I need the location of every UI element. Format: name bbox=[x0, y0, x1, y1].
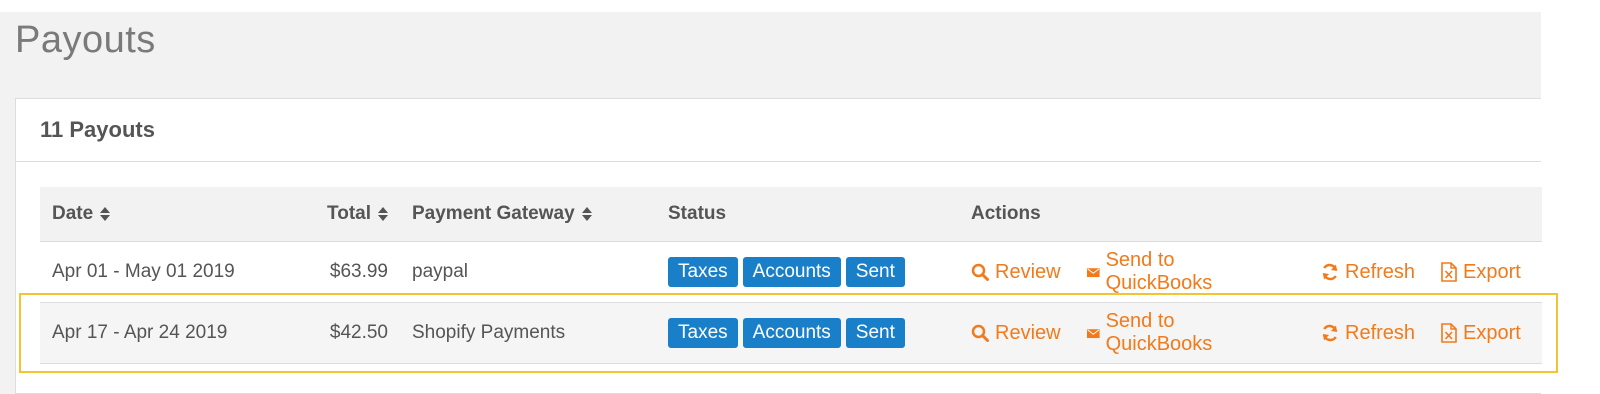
status-badge-accounts[interactable]: Accounts bbox=[742, 318, 841, 348]
sort-icon[interactable] bbox=[581, 207, 592, 221]
refresh-icon bbox=[1322, 263, 1338, 281]
review-label: Review bbox=[995, 321, 1061, 344]
payout-total: $42.50 bbox=[329, 322, 388, 343]
payouts-panel: 11 Payouts Date Total Payment Gateway St… bbox=[15, 98, 1542, 394]
table-header-row: Date Total Payment Gateway Status Action… bbox=[40, 187, 1542, 242]
status-badge-taxes[interactable]: Taxes bbox=[668, 257, 738, 287]
column-header-label: Status bbox=[668, 203, 727, 224]
table-row: Apr 01 - May 01 2019 $63.99 paypal Taxes… bbox=[40, 242, 1542, 303]
column-header-label: Actions bbox=[971, 203, 1041, 224]
payout-status: Taxes Accounts Sent bbox=[668, 242, 910, 302]
refresh-link[interactable]: Refresh bbox=[1321, 261, 1415, 284]
payout-gateway: paypal bbox=[412, 261, 468, 282]
column-header-status: Status bbox=[668, 187, 726, 241]
send-to-quickbooks-link[interactable]: Send to QuickBooks bbox=[1087, 310, 1220, 356]
column-header-date[interactable]: Date bbox=[52, 187, 111, 241]
refresh-label: Refresh bbox=[1345, 260, 1416, 283]
export-label: Export bbox=[1463, 321, 1521, 344]
status-badge-sent[interactable]: Sent bbox=[845, 257, 905, 287]
sort-icon[interactable] bbox=[378, 207, 388, 221]
file-excel-icon bbox=[1441, 262, 1457, 282]
send-to-quickbooks-label: Send to QuickBooks bbox=[1105, 249, 1213, 294]
status-badge-accounts[interactable]: Accounts bbox=[742, 257, 841, 287]
payout-gateway: Shopify Payments bbox=[412, 322, 566, 343]
refresh-icon bbox=[1322, 324, 1338, 342]
status-badge-taxes[interactable]: Taxes bbox=[668, 318, 738, 348]
review-link[interactable]: Review bbox=[971, 261, 1061, 284]
payout-status: Taxes Accounts Sent bbox=[668, 303, 910, 363]
panel-title: 11 Payouts bbox=[40, 117, 155, 142]
payout-date: Apr 01 - May 01 2019 bbox=[52, 261, 235, 282]
table-row: Apr 17 - Apr 24 2019 $42.50 Shopify Paym… bbox=[40, 303, 1542, 364]
search-icon bbox=[971, 263, 989, 281]
column-header-total[interactable]: Total bbox=[270, 187, 388, 241]
panel-heading: 11 Payouts bbox=[16, 99, 1541, 162]
export-link[interactable]: Export bbox=[1441, 322, 1521, 345]
column-header-label: Total bbox=[327, 203, 371, 224]
review-label: Review bbox=[995, 260, 1061, 283]
export-label: Export bbox=[1463, 260, 1521, 283]
column-header-actions: Actions bbox=[971, 187, 1041, 241]
search-icon bbox=[971, 324, 989, 342]
sort-icon[interactable] bbox=[100, 207, 111, 221]
send-to-quickbooks-label: Send to QuickBooks bbox=[1105, 310, 1213, 355]
envelope-icon bbox=[1087, 268, 1100, 278]
column-header-label: Payment Gateway bbox=[412, 203, 575, 224]
page-title: Payouts bbox=[15, 19, 156, 61]
column-header-gateway[interactable]: Payment Gateway bbox=[412, 187, 592, 241]
payout-date: Apr 17 - Apr 24 2019 bbox=[52, 322, 228, 343]
refresh-link[interactable]: Refresh bbox=[1321, 322, 1415, 345]
payout-total: $63.99 bbox=[329, 261, 388, 282]
envelope-icon bbox=[1087, 329, 1100, 339]
export-link[interactable]: Export bbox=[1441, 261, 1521, 284]
payouts-table: Date Total Payment Gateway Status Action… bbox=[40, 187, 1542, 364]
refresh-label: Refresh bbox=[1345, 321, 1416, 344]
column-header-label: Date bbox=[52, 203, 94, 224]
file-excel-icon bbox=[1441, 323, 1457, 343]
review-link[interactable]: Review bbox=[971, 322, 1061, 345]
send-to-quickbooks-link[interactable]: Send to QuickBooks bbox=[1087, 249, 1220, 295]
status-badge-sent[interactable]: Sent bbox=[845, 318, 905, 348]
